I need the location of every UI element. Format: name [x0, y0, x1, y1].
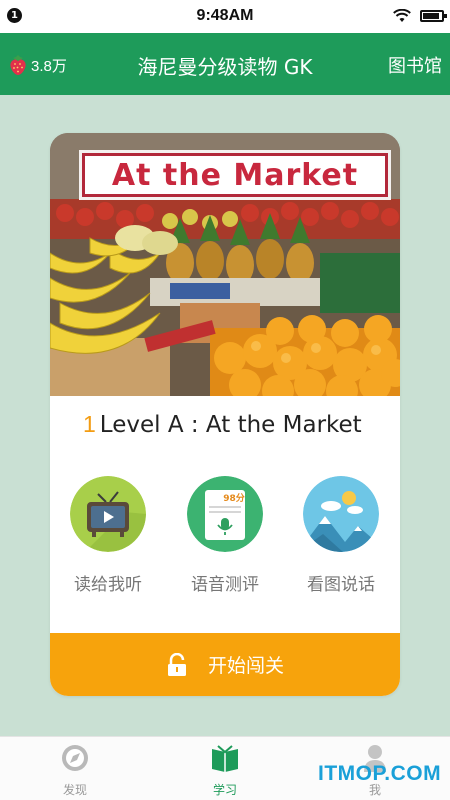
unlock-icon	[167, 652, 186, 676]
speech-score-icon: 98分	[187, 476, 263, 552]
battery-icon	[420, 10, 447, 22]
nav-bar: 3.8万 海尼曼分级读物 GK 图书馆	[0, 33, 450, 95]
book-icon	[212, 745, 238, 772]
score-badge: 98分	[223, 492, 245, 504]
tab-study[interactable]: 学习	[195, 743, 255, 798]
book-number: 1	[83, 411, 96, 437]
feature-label: 看图说话	[307, 575, 375, 595]
feature-picture-talk[interactable]: 看图说话	[301, 476, 381, 595]
status-time: 9:48AM	[196, 7, 254, 24]
page-title: 海尼曼分级读物 GK	[137, 55, 313, 79]
book-cover-image[interactable]: At the Market	[50, 133, 400, 396]
status-bar: 1 9:48AM	[0, 0, 450, 33]
start-button-label: 开始闯关	[207, 655, 284, 677]
compass-icon	[62, 745, 88, 771]
feature-speech-evaluation[interactable]: 98分 语音测评	[185, 476, 265, 595]
feature-read-to-me[interactable]: 读给我听	[68, 476, 148, 595]
watermark-text: ITMOP.COM	[318, 762, 442, 785]
book-title-line: 1 Level A : At the Market	[83, 411, 362, 441]
landscape-icon	[303, 476, 379, 552]
wifi-icon	[393, 9, 411, 22]
tab-label: 发现	[62, 783, 87, 797]
tab-label: 学习	[212, 783, 237, 797]
feature-label: 读给我听	[74, 575, 142, 595]
start-challenge-button[interactable]: 开始闯关	[50, 633, 400, 696]
feature-label: 语音测评	[191, 575, 259, 595]
cover-title: At the Market	[111, 157, 359, 193]
library-button[interactable]: 图书馆	[388, 52, 442, 78]
cover-title-banner: At the Market	[82, 153, 388, 197]
book-title: Level A : At the Market	[99, 412, 362, 438]
tv-icon	[70, 476, 146, 552]
tab-discover[interactable]: 发现	[45, 743, 105, 798]
book-card: At the Market 1 Level A : At the Market …	[50, 133, 400, 696]
